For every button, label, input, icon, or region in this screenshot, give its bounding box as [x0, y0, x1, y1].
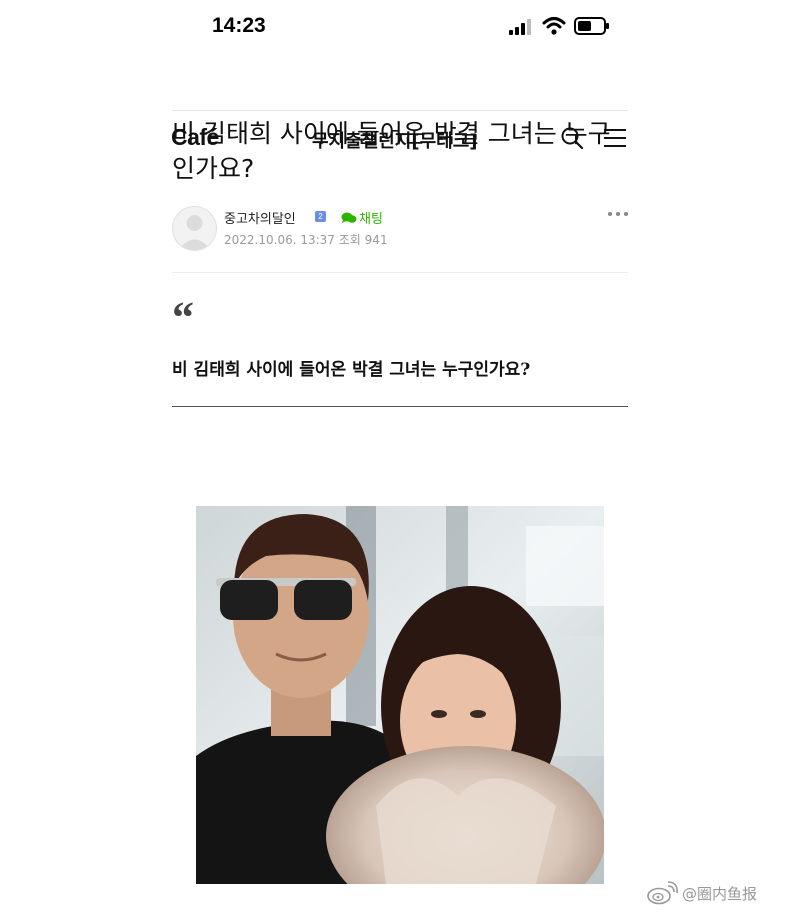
author-avatar[interactable]: [172, 206, 217, 251]
chat-bubble-icon: [341, 212, 357, 223]
post-meta: 2022.10.06. 13:37 조회 941: [224, 231, 388, 248]
watermark-text: @圈内鱼报: [682, 884, 758, 903]
more-options-icon[interactable]: [607, 209, 629, 219]
cellular-signal-icon: [509, 19, 531, 35]
status-bar: 14:23: [0, 0, 800, 56]
post-title: 비 김태희 사이에 들어온 박결 그녀는 누구인가요?: [172, 119, 611, 183]
chat-button[interactable]: 채팅: [341, 208, 383, 227]
battery-icon: [574, 17, 609, 35]
app-header: Café 무지출챌린지[무테크]: [0, 56, 800, 152]
meta-divider: [172, 272, 628, 273]
views-label: 조회: [338, 233, 361, 247]
header-divider: [172, 110, 628, 111]
post-photo[interactable]: [196, 506, 604, 884]
default-avatar-icon: [178, 215, 211, 250]
quote-underline: [172, 406, 628, 407]
weibo-watermark: @圈内鱼报: [646, 881, 757, 905]
views-count: 941: [364, 233, 388, 247]
chat-label: 채팅: [359, 212, 383, 227]
post-date: 2022.10.06. 13:37: [224, 233, 335, 247]
status-time: 14:23: [212, 14, 266, 37]
wifi-icon: [542, 17, 566, 35]
member-grade-badge: 2: [315, 211, 326, 222]
quote-text: 비 김태희 사이에 들어온 박결 그녀는 누구인가요?: [172, 360, 531, 380]
quote-mark-icon: “: [172, 293, 194, 342]
author-name[interactable]: 중고차의달인: [224, 208, 296, 227]
weibo-logo-icon: [647, 881, 678, 905]
